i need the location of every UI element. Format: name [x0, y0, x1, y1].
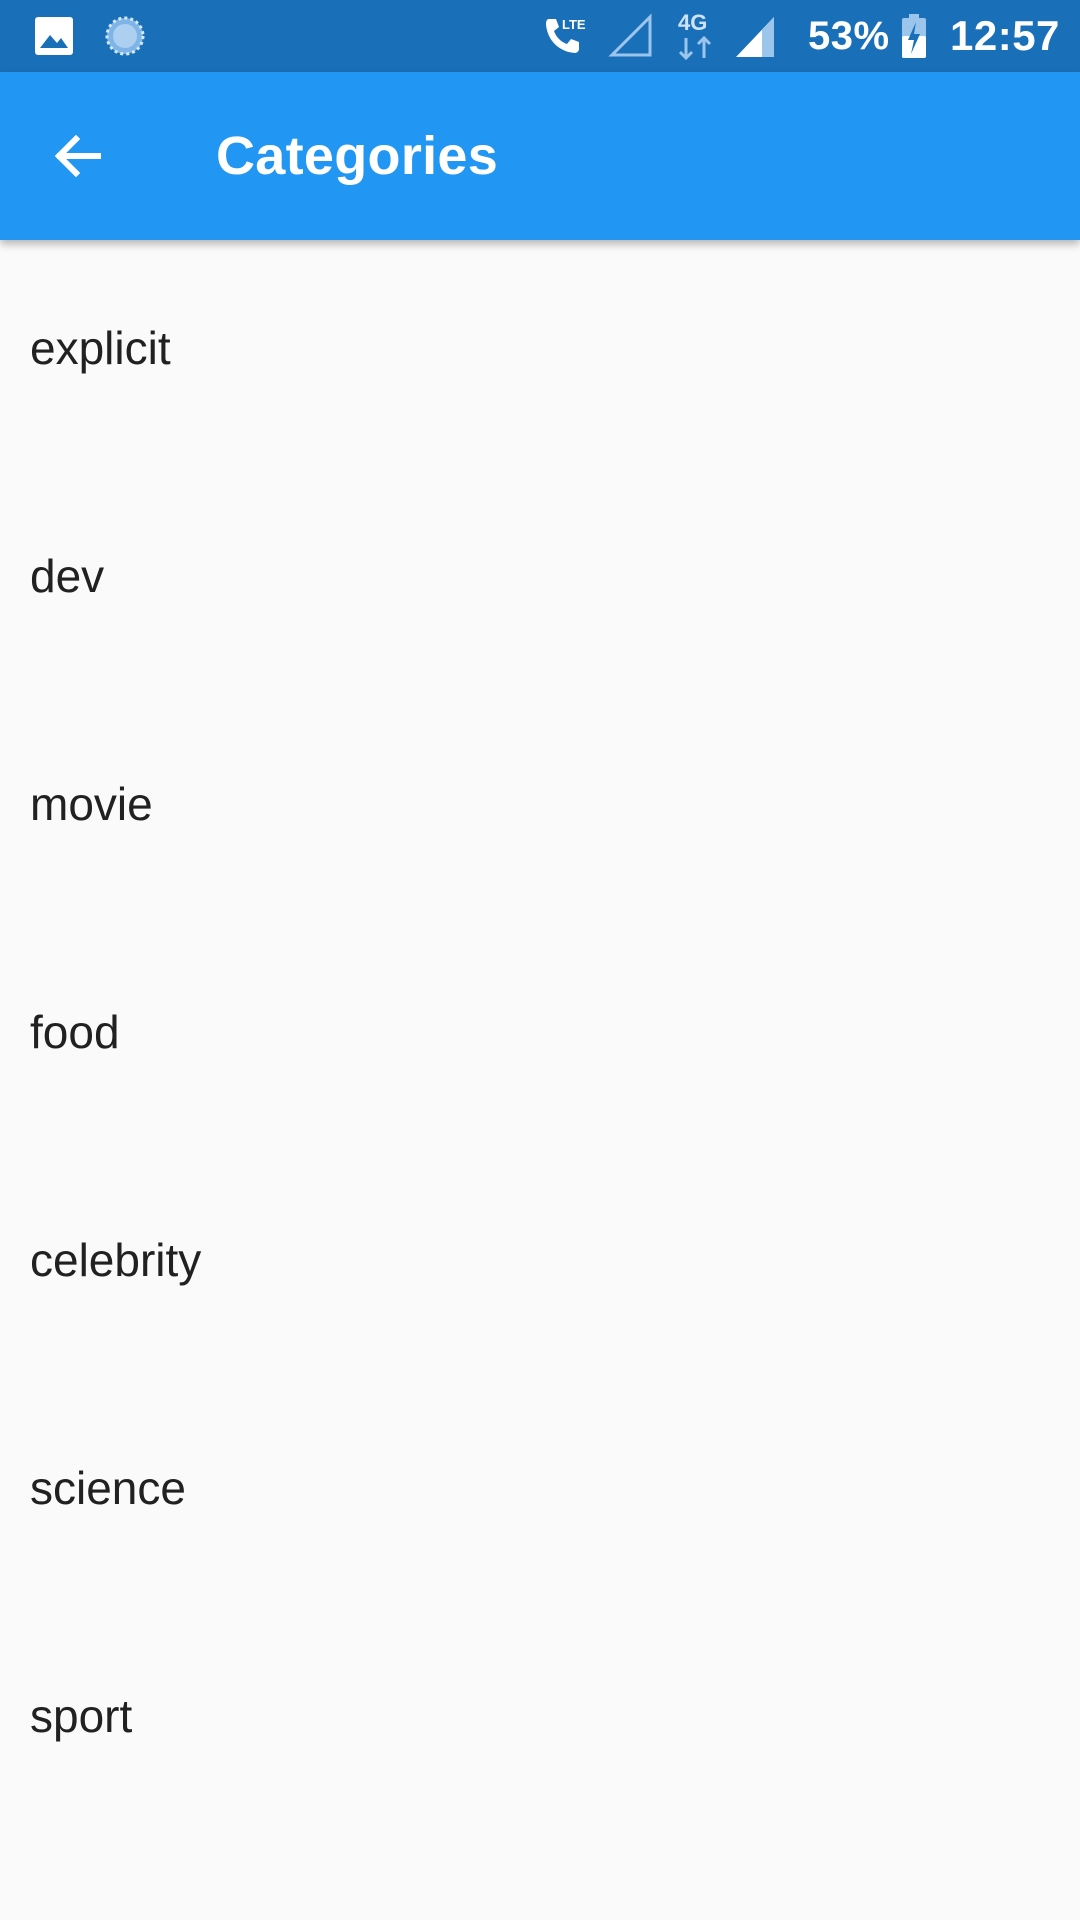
back-button[interactable] [34, 112, 122, 200]
volte-call-icon: LTE [540, 0, 586, 72]
category-label: celebrity [30, 1234, 202, 1286]
list-item-explicit[interactable]: explicit [0, 240, 1080, 468]
battery-charging-icon [900, 0, 928, 72]
gallery-icon [34, 0, 74, 72]
list-item-science[interactable]: science [0, 1380, 1080, 1608]
page-title: Categories [216, 126, 499, 186]
sync-icon [104, 0, 146, 72]
category-list: explicit dev movie food celebrity scienc… [0, 240, 1080, 1836]
list-item-food[interactable]: food [0, 924, 1080, 1152]
list-item-celebrity[interactable]: celebrity [0, 1152, 1080, 1380]
lte-badge: LTE [562, 17, 586, 32]
category-label: explicit [30, 322, 171, 374]
category-label: science [30, 1462, 186, 1514]
battery-percent: 53% [808, 13, 890, 58]
signal-empty-icon [608, 0, 654, 72]
category-label: movie [30, 778, 153, 830]
network-label: 4G [678, 10, 707, 35]
category-label: food [30, 1006, 120, 1058]
list-item-movie[interactable]: movie [0, 696, 1080, 924]
category-label: dev [30, 550, 105, 602]
signal-full-icon [734, 0, 784, 72]
status-bar: LTE 4G 53% 12:57 [0, 0, 1080, 72]
clock: 12:57 [950, 12, 1060, 59]
list-item-sport[interactable]: sport [0, 1608, 1080, 1836]
screen: LTE 4G 53% 12:57 Categories explicit dev… [0, 0, 1080, 1920]
arrow-left-icon [54, 134, 101, 178]
list-item-dev[interactable]: dev [0, 468, 1080, 696]
data-arrows-icon: 4G [674, 0, 720, 72]
app-bar: Categories [0, 72, 1080, 240]
category-label: sport [30, 1690, 133, 1742]
